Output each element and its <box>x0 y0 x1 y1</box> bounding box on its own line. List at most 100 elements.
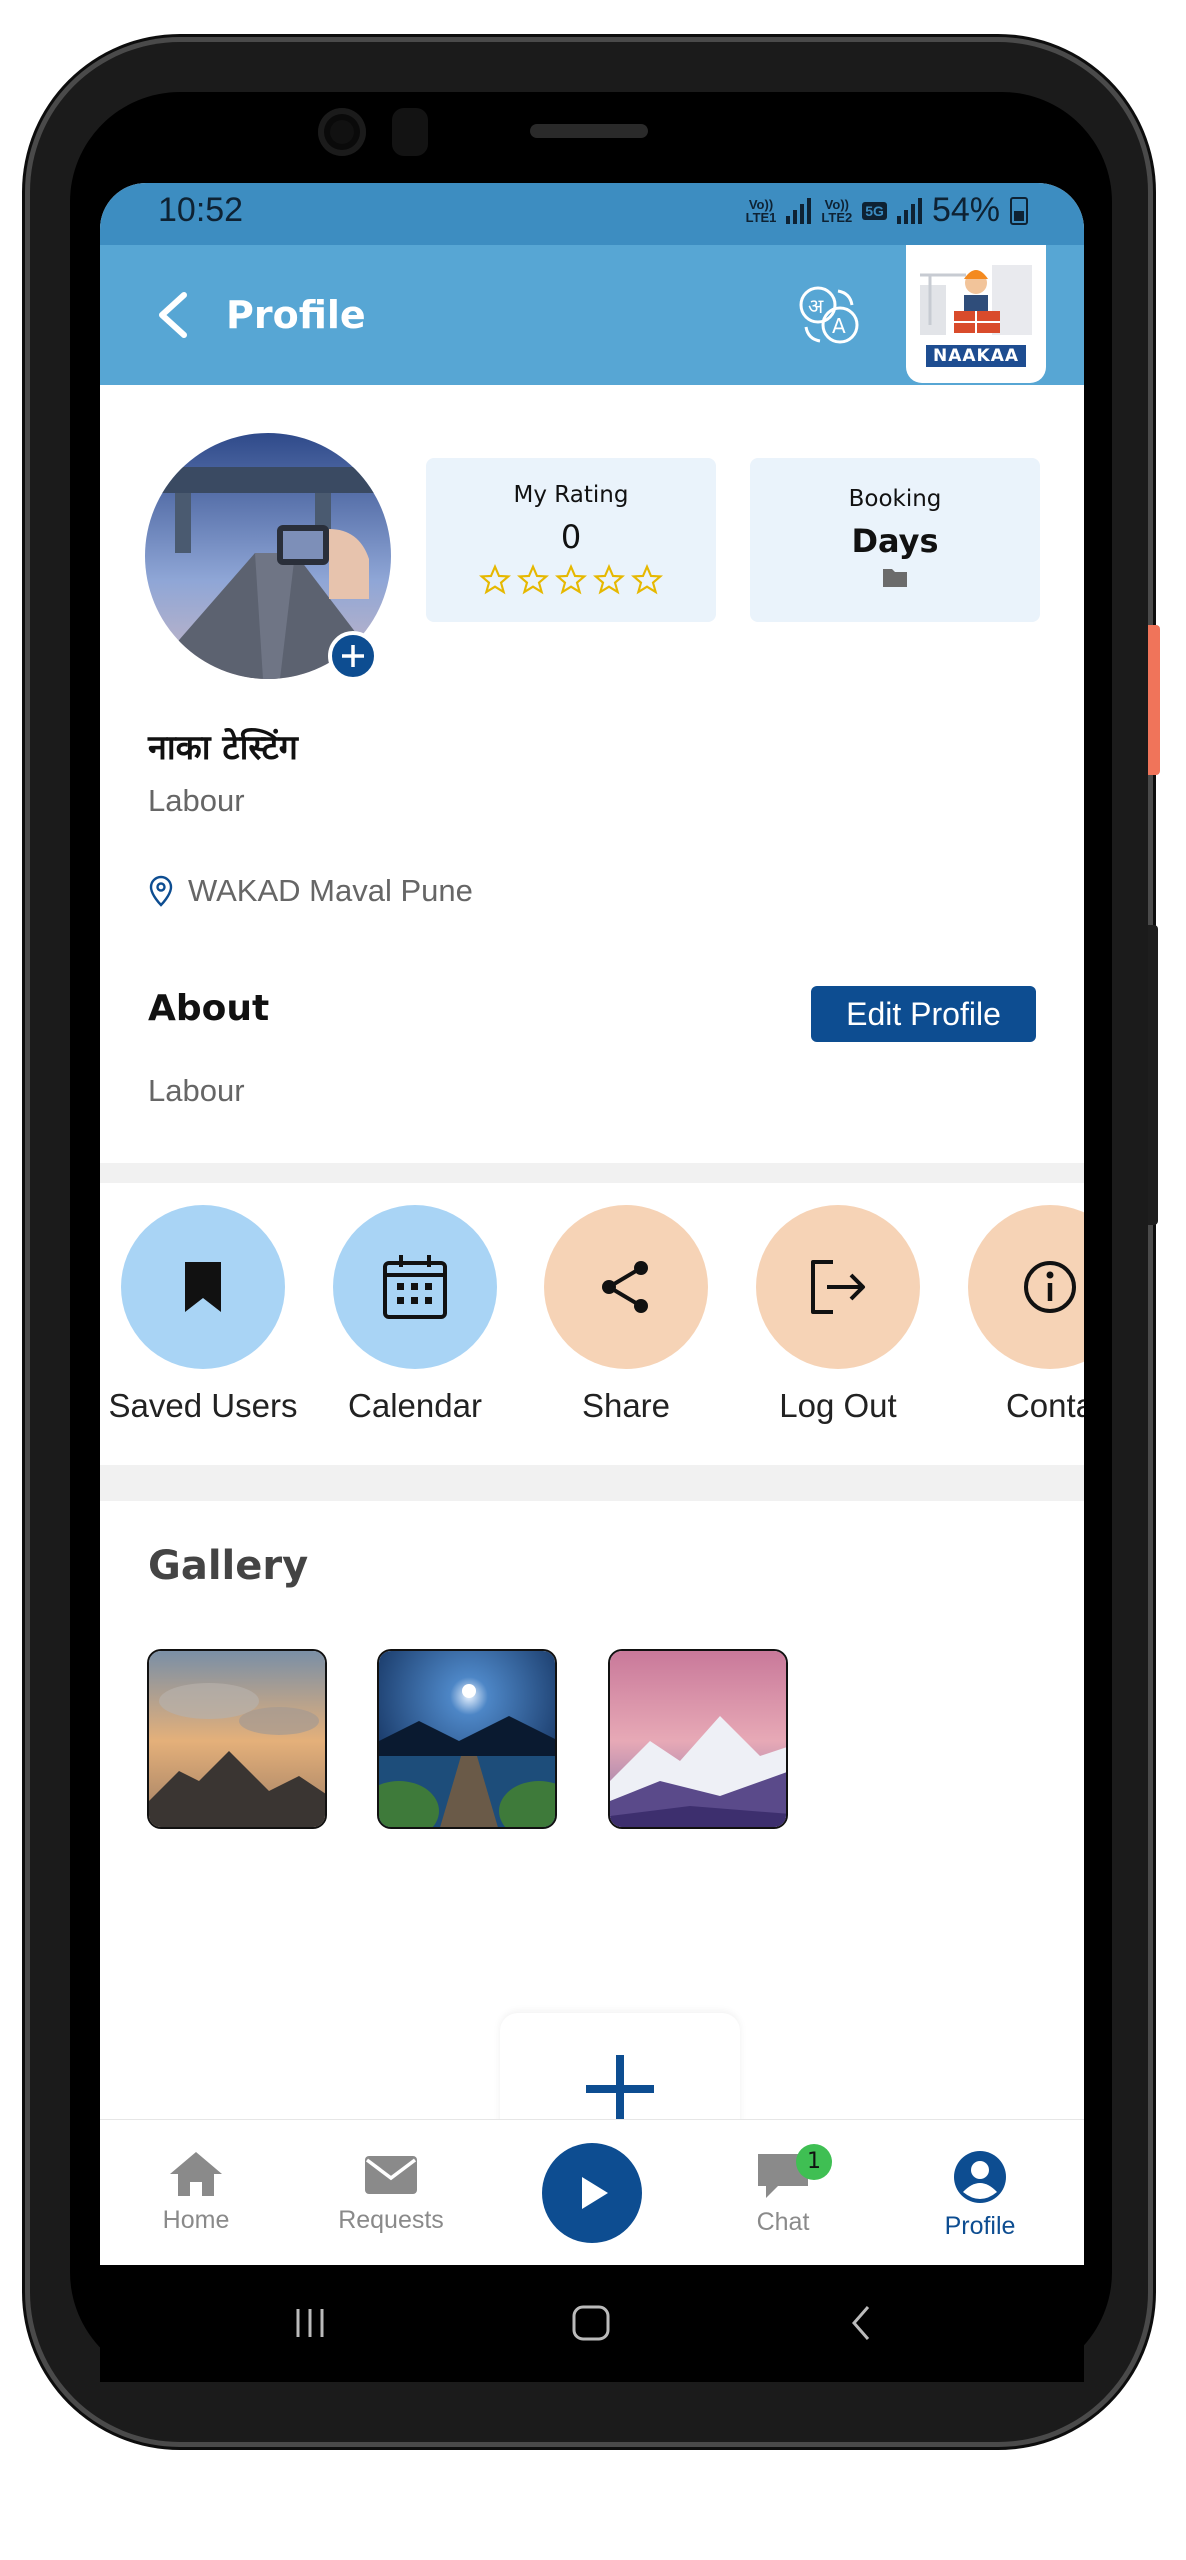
quick-actions: Saved Users Calendar Share Log Out Cont <box>100 1183 1084 1455</box>
gallery-image[interactable] <box>608 1649 788 1829</box>
share-icon <box>602 1261 648 1313</box>
nav-label: Profile <box>944 2212 1016 2240</box>
action-saved-users[interactable]: Saved Users <box>103 1205 303 1425</box>
star-icon <box>479 564 511 595</box>
system-nav-bar <box>100 2265 1084 2382</box>
action-label: Conta <box>1005 1387 1084 1424</box>
svg-text:A: A <box>832 314 846 338</box>
network-badge: 5G <box>862 201 887 220</box>
gallery-image-photo <box>610 1651 786 1827</box>
user-role: Labour <box>148 783 245 818</box>
action-contact[interactable]: Conta <box>950 1205 1084 1425</box>
rating-card[interactable]: My Rating 0 <box>426 458 716 622</box>
back-arrow-icon[interactable] <box>150 289 200 341</box>
action-calendar[interactable]: Calendar <box>315 1205 515 1425</box>
nav-profile[interactable]: Profile <box>905 2150 1055 2241</box>
action-circle <box>121 1205 285 1369</box>
edit-profile-button[interactable]: Edit Profile <box>811 986 1036 1042</box>
sim1-indicator: Vo)) LTE1 <box>746 198 777 224</box>
plus-icon <box>586 2055 654 2123</box>
play-icon <box>582 2177 608 2209</box>
action-log-out[interactable]: Log Out <box>738 1205 938 1425</box>
mail-icon <box>365 2156 417 2194</box>
plus-icon <box>342 645 364 667</box>
sim1-sublabel: LTE1 <box>745 209 777 225</box>
nav-label: Chat <box>756 2208 810 2236</box>
about-text: Labour <box>148 1073 245 1108</box>
add-photo-button[interactable] <box>328 631 378 681</box>
action-circle <box>756 1205 920 1369</box>
earpiece-speaker <box>530 124 648 138</box>
signal-icon <box>896 197 922 224</box>
battery-percent: 54% <box>931 191 1000 229</box>
rating-label: My Rating <box>513 482 629 508</box>
gallery-image[interactable] <box>377 1649 557 1829</box>
page-title: Profile <box>226 293 366 337</box>
nav-label: Home <box>162 2206 230 2234</box>
app-screen: 10:52 Vo)) LTE1 Vo)) LTE2 5G 54% Profile… <box>100 183 1084 2265</box>
home-system-icon <box>572 2305 610 2341</box>
section-divider <box>100 1465 1084 1501</box>
gallery-image-photo <box>379 1651 555 1827</box>
recents-icon <box>296 2309 324 2337</box>
about-heading: About <box>148 988 270 1029</box>
svg-text:अ: अ <box>808 294 824 318</box>
status-time: 10:52 <box>158 191 244 229</box>
action-circle <box>333 1205 497 1369</box>
action-share[interactable]: Share <box>526 1205 726 1425</box>
side-button <box>1148 625 1160 775</box>
rating-value: 0 <box>560 518 582 556</box>
rating-stars <box>426 564 716 596</box>
user-name: नाका टेस्टिंग <box>148 728 298 768</box>
gallery-image[interactable] <box>147 1649 327 1829</box>
location-text: WAKAD Maval Pune <box>188 873 473 908</box>
bookmark-icon <box>185 1262 221 1312</box>
nav-requests[interactable]: Requests <box>316 2150 466 2235</box>
status-bar: 10:52 Vo)) LTE1 Vo)) LTE2 5G 54% <box>100 183 1084 245</box>
action-label: Log Out <box>779 1387 897 1424</box>
sim2-label: Vo)) <box>824 196 849 212</box>
action-label: Share <box>581 1387 671 1424</box>
proximity-sensor <box>392 108 428 156</box>
translate-icon[interactable]: अ A <box>794 283 864 347</box>
nav-home[interactable]: Home <box>121 2150 271 2235</box>
star-icon <box>555 564 587 595</box>
status-indicators: Vo)) LTE1 Vo)) LTE2 5G 54% <box>746 191 1028 230</box>
logout-icon <box>811 1260 865 1314</box>
battery-icon <box>1010 196 1028 225</box>
bottom-nav: Home Requests 1 Chat Profile <box>100 2119 1084 2265</box>
action-circle <box>968 1205 1084 1369</box>
booking-value: Days <box>851 522 939 560</box>
star-icon <box>631 564 663 595</box>
nav-chat[interactable]: 1 Chat <box>708 2144 858 2237</box>
play-button[interactable] <box>542 2143 642 2243</box>
profile-icon <box>954 2151 1006 2203</box>
star-icon <box>517 564 549 595</box>
action-circle <box>544 1205 708 1369</box>
booking-card[interactable]: Booking Days <box>750 458 1040 622</box>
add-gallery-button[interactable] <box>500 2013 740 2133</box>
booking-label: Booking <box>848 486 942 512</box>
sim2-indicator: Vo)) LTE2 <box>821 198 852 224</box>
folder-icon <box>883 569 907 587</box>
action-label: Saved Users <box>108 1387 298 1424</box>
system-nav-icons <box>296 2305 870 2341</box>
chat-badge: 1 <box>796 2144 832 2180</box>
sim1-label: Vo)) <box>748 196 774 212</box>
sim2-sublabel: LTE2 <box>821 209 853 225</box>
back-system-icon <box>852 2306 870 2340</box>
home-icon <box>170 2152 222 2196</box>
side-button <box>1148 925 1158 1225</box>
gallery-image-photo <box>149 1651 325 1827</box>
action-label: Calendar <box>348 1387 482 1424</box>
app-logo: NAAKAA <box>906 245 1046 383</box>
nav-label: Requests <box>338 2206 444 2234</box>
calendar-icon <box>383 1255 447 1319</box>
signal-icon <box>786 197 812 224</box>
logo-text: NAAKAA <box>926 345 1026 367</box>
location-pin-icon <box>149 875 173 907</box>
worker-logo-icon <box>906 245 1046 355</box>
front-camera <box>318 108 366 156</box>
gallery-heading: Gallery <box>148 1543 309 1589</box>
info-icon <box>1024 1261 1076 1313</box>
